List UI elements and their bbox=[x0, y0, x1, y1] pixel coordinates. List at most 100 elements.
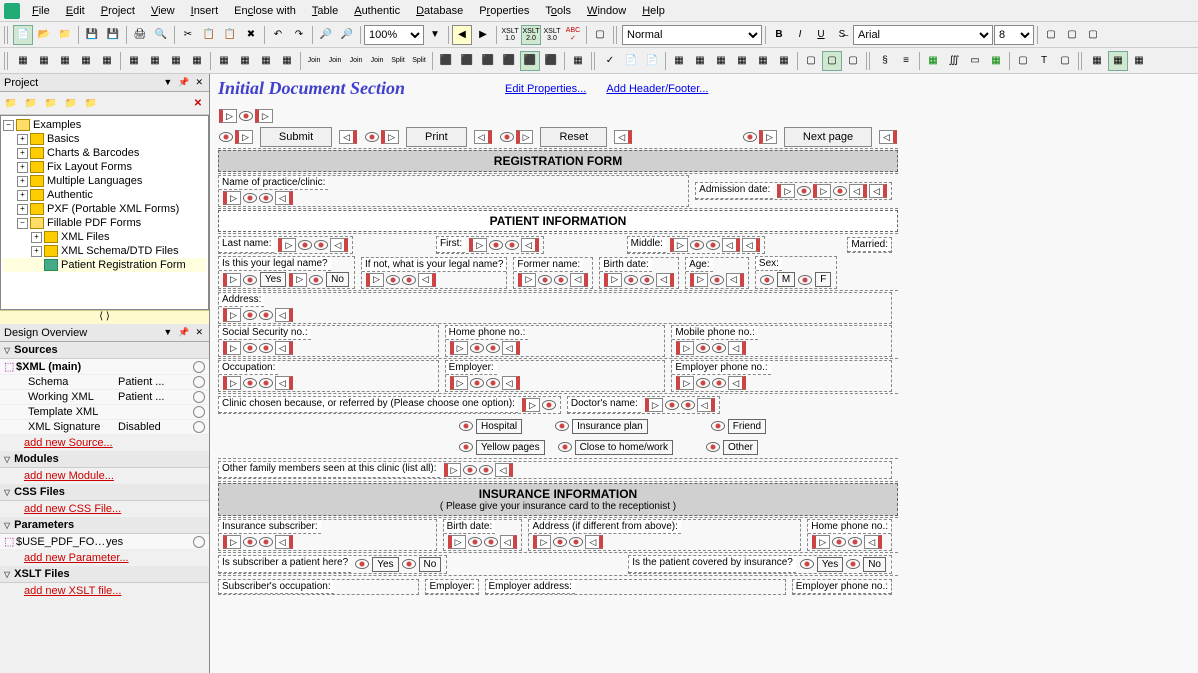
tb-ins7[interactable]: ▢ bbox=[1013, 51, 1033, 71]
size-combo[interactable]: 8 bbox=[994, 25, 1034, 45]
tb-ins4[interactable]: ∭ bbox=[944, 51, 964, 71]
panel-pin-icon[interactable]: 📌 bbox=[176, 77, 191, 88]
panel-dropdown-icon[interactable]: ▼ bbox=[161, 327, 174, 338]
reset-button[interactable]: Reset bbox=[540, 127, 607, 147]
tb-xslt3[interactable]: XSLT3.0 bbox=[542, 25, 562, 45]
add-param-link[interactable]: add new Parameter... bbox=[0, 550, 209, 566]
tb-table7[interactable]: ▦ bbox=[145, 51, 165, 71]
prop-xml-signature[interactable]: XML SignatureDisabled bbox=[0, 420, 209, 435]
tb-redo[interactable]: ↷ bbox=[289, 25, 309, 45]
field-married[interactable]: Married: bbox=[847, 237, 892, 253]
tb-box3[interactable]: ▢ bbox=[1083, 25, 1103, 45]
tb-marker2[interactable]: ▶ bbox=[473, 25, 493, 45]
tb-table12[interactable]: ▦ bbox=[256, 51, 276, 71]
panel-close-icon[interactable]: ✕ bbox=[193, 327, 205, 338]
tb-auth12[interactable]: ▢ bbox=[843, 51, 863, 71]
tb-grid[interactable]: ▦ bbox=[568, 51, 588, 71]
menu-window[interactable]: Window bbox=[579, 3, 634, 19]
menu-project[interactable]: Project bbox=[93, 3, 143, 19]
tb-print[interactable]: 🖨 bbox=[130, 25, 150, 45]
tree-item-selected[interactable]: Patient Registration Form bbox=[3, 258, 206, 272]
font-combo[interactable]: Arial bbox=[853, 25, 993, 45]
field-sub-emp-phone[interactable]: Employer phone no.: bbox=[792, 579, 892, 595]
tb-ins5[interactable]: ▭ bbox=[965, 51, 985, 71]
tb-auth7[interactable]: ▦ bbox=[732, 51, 752, 71]
tb-italic[interactable]: I bbox=[790, 25, 810, 45]
tb-view3[interactable]: ▦ bbox=[1129, 51, 1149, 71]
tb-ins6[interactable]: ▦ bbox=[986, 51, 1006, 71]
field-employer[interactable]: Employer:▷◁ bbox=[445, 360, 666, 392]
tb-marker1[interactable]: ◀ bbox=[452, 25, 472, 45]
field-ins-home-phone[interactable]: Home phone no.:▷◁ bbox=[807, 519, 892, 551]
tb-saveall[interactable]: 💾 bbox=[103, 25, 123, 45]
tree-item[interactable]: +PXF (Portable XML Forms) bbox=[3, 202, 206, 216]
prop-param[interactable]: ⬚$USE_PDF_FORMyes bbox=[0, 534, 209, 550]
edit-properties-link[interactable]: Edit Properties... bbox=[505, 83, 586, 95]
menu-tools[interactable]: Tools bbox=[537, 3, 579, 19]
tb-auth8[interactable]: ▦ bbox=[753, 51, 773, 71]
tb-align6[interactable]: ⬛ bbox=[541, 51, 561, 71]
prop-template-xml[interactable]: Template XML bbox=[0, 405, 209, 420]
radio-insurance-plan[interactable]: Insurance plan bbox=[572, 419, 648, 434]
prop-xml-main[interactable]: ⬚$XML (main) bbox=[0, 359, 209, 375]
tree-item[interactable]: +XML Files bbox=[3, 230, 206, 244]
menu-database[interactable]: Database bbox=[408, 3, 471, 19]
tree-item[interactable]: +Basics bbox=[3, 132, 206, 146]
field-occupation[interactable]: Occupation:▷◁ bbox=[218, 360, 439, 392]
section-modules[interactable]: ▽Modules bbox=[0, 451, 209, 468]
tb-table9[interactable]: ▦ bbox=[187, 51, 207, 71]
prop-working-xml[interactable]: Working XMLPatient ... bbox=[0, 390, 209, 405]
tb-xslt1[interactable]: XSLT1.0 bbox=[500, 25, 520, 45]
menu-enclose[interactable]: Enclose with bbox=[226, 3, 304, 19]
tb-ins1[interactable]: § bbox=[875, 51, 895, 71]
radio-yellow-pages[interactable]: Yellow pages bbox=[476, 440, 545, 455]
prop-schema[interactable]: SchemaPatient ... bbox=[0, 375, 209, 390]
toolbar-grip[interactable] bbox=[591, 52, 597, 70]
radio-other[interactable]: Other bbox=[723, 440, 758, 455]
tb-auth2[interactable]: 📄 bbox=[621, 51, 641, 71]
tree-root[interactable]: −Examples bbox=[3, 118, 206, 132]
field-ins-subscriber[interactable]: Insurance subscriber:▷◁ bbox=[218, 519, 437, 551]
tree-item[interactable]: +Multiple Languages bbox=[3, 174, 206, 188]
tb-new[interactable]: 📄 bbox=[13, 25, 33, 45]
field-last-name[interactable]: Last name:▷◁ bbox=[218, 236, 353, 254]
toolbar-grip[interactable] bbox=[4, 52, 10, 70]
toolbar-grip[interactable] bbox=[4, 26, 10, 44]
section-xslt[interactable]: ▽XSLT Files bbox=[0, 566, 209, 583]
zoom-combo[interactable]: 100% bbox=[364, 25, 424, 45]
next-page-button[interactable]: Next page bbox=[784, 127, 872, 147]
menu-table[interactable]: Table bbox=[304, 3, 346, 19]
tb-preview[interactable]: 🔍 bbox=[151, 25, 171, 45]
tb-table5[interactable]: ▦ bbox=[97, 51, 117, 71]
tb-delete[interactable]: ✖ bbox=[241, 25, 261, 45]
menu-properties[interactable]: Properties bbox=[471, 3, 537, 19]
menu-file[interactable]: File bbox=[24, 3, 58, 19]
tb-table6[interactable]: ▦ bbox=[124, 51, 144, 71]
field-ins-address[interactable]: Address (if different from above):▷◁ bbox=[528, 519, 801, 551]
field-ssn[interactable]: Social Security no.:▷◁ bbox=[218, 325, 439, 357]
field-employer-phone[interactable]: Employer phone no.:▷◁ bbox=[671, 360, 892, 392]
field-sub-employer[interactable]: Employer: bbox=[425, 579, 478, 595]
tree-item[interactable]: +Charts & Barcodes bbox=[3, 146, 206, 160]
tb-align5[interactable]: ⬛ bbox=[520, 51, 540, 71]
tb-auth10[interactable]: ▢ bbox=[801, 51, 821, 71]
radio-hospital[interactable]: Hospital bbox=[476, 419, 522, 434]
field-mobile-phone[interactable]: Mobile phone no.:▷◁ bbox=[671, 325, 892, 357]
field-admission-date[interactable]: Admission date: ▷▷◁◁ bbox=[695, 182, 892, 200]
section-css[interactable]: ▽CSS Files bbox=[0, 484, 209, 501]
add-header-footer-link[interactable]: Add Header/Footer... bbox=[606, 83, 708, 95]
panel-pin-icon[interactable]: 📌 bbox=[176, 327, 191, 338]
tb-copy[interactable]: 📋 bbox=[199, 25, 219, 45]
tb-paste[interactable]: 📋 bbox=[220, 25, 240, 45]
tb-proj-delete[interactable]: ✕ bbox=[189, 94, 207, 112]
tb-table3[interactable]: ▦ bbox=[55, 51, 75, 71]
add-source-link[interactable]: add new Source... bbox=[0, 435, 209, 451]
tb-cut[interactable]: ✂ bbox=[178, 25, 198, 45]
tb-proj2[interactable]: 📁 bbox=[22, 94, 40, 112]
tb-table10[interactable]: ▦ bbox=[214, 51, 234, 71]
tb-auth1[interactable]: ✓ bbox=[600, 51, 620, 71]
tb-table8[interactable]: ▦ bbox=[166, 51, 186, 71]
field-address[interactable]: Address:▷◁ bbox=[218, 292, 892, 324]
tb-box1[interactable]: ▢ bbox=[1041, 25, 1061, 45]
tb-align2[interactable]: ⬛ bbox=[457, 51, 477, 71]
